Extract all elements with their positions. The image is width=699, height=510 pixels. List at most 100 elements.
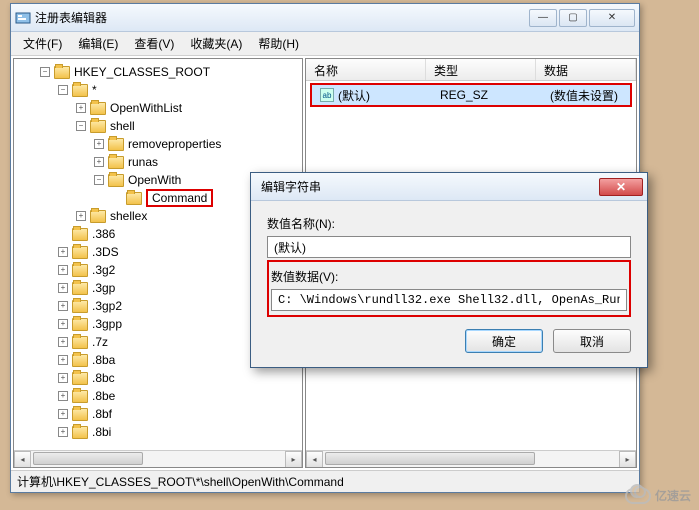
scroll-right-icon[interactable]: ▸ — [285, 451, 302, 468]
tree-label: .8be — [92, 389, 115, 403]
tree-label: * — [92, 83, 97, 97]
folder-icon — [72, 408, 88, 421]
expand-icon[interactable]: + — [58, 283, 68, 293]
expand-icon[interactable]: + — [76, 211, 86, 221]
collapse-icon[interactable]: − — [94, 175, 104, 185]
menu-view[interactable]: 查看(V) — [126, 32, 182, 55]
folder-icon — [126, 192, 142, 205]
value-data-cell: (数值未设置) — [542, 87, 630, 104]
tree-node-root[interactable]: −HKEY_CLASSES_ROOT — [18, 63, 302, 81]
tree-node[interactable]: + .8bi — [18, 423, 302, 441]
ok-button[interactable]: 确定 — [465, 329, 543, 353]
window-title: 注册表编辑器 — [35, 9, 529, 26]
folder-icon — [72, 354, 88, 367]
cancel-button[interactable]: 取消 — [553, 329, 631, 353]
statusbar-path: 计算机\HKEY_CLASSES_ROOT\*\shell\OpenWith\C… — [17, 473, 344, 490]
tree-node-runas[interactable]: + runas — [18, 153, 302, 171]
tree-node[interactable]: + .8be — [18, 387, 302, 405]
tree-node[interactable]: + .8bf — [18, 405, 302, 423]
column-headers: 名称 类型 数据 — [306, 59, 636, 81]
value-row[interactable]: ab (默认) REG_SZ (数值未设置) — [312, 85, 630, 105]
expand-icon[interactable]: + — [58, 391, 68, 401]
dialog-title: 编辑字符串 — [255, 178, 599, 195]
menu-file[interactable]: 文件(F) — [15, 32, 70, 55]
scroll-track[interactable] — [323, 451, 619, 467]
collapse-icon[interactable]: − — [40, 67, 50, 77]
folder-icon — [72, 390, 88, 403]
menu-edit[interactable]: 编辑(E) — [70, 32, 126, 55]
tree-label: runas — [128, 155, 158, 169]
col-name[interactable]: 名称 — [306, 59, 426, 80]
folder-icon — [108, 138, 124, 151]
folder-icon — [72, 426, 88, 439]
tree-node-shell[interactable]: −shell — [18, 117, 302, 135]
watermark-text: 亿速云 — [655, 487, 691, 504]
expand-icon[interactable]: + — [58, 319, 68, 329]
scroll-left-icon[interactable]: ◂ — [306, 451, 323, 468]
collapse-icon[interactable]: − — [76, 121, 86, 131]
menu-favorites[interactable]: 收藏夹(A) — [182, 32, 250, 55]
window-controls: — ▢ ✕ — [529, 9, 635, 27]
tree-node-star[interactable]: −* — [18, 81, 302, 99]
dialog-close-button[interactable]: ✕ — [599, 178, 643, 196]
menu-help[interactable]: 帮助(H) — [250, 32, 307, 55]
value-name-display: (默认) — [267, 236, 631, 258]
cloud-icon — [625, 488, 651, 504]
value-name-label: 数值名称(N): — [267, 215, 631, 232]
highlight-box: ab (默认) REG_SZ (数值未设置) — [310, 83, 632, 107]
maximize-button[interactable]: ▢ — [559, 9, 587, 27]
expand-icon[interactable]: + — [58, 409, 68, 419]
scroll-thumb[interactable] — [325, 452, 535, 465]
tree-label: .3g2 — [92, 263, 115, 277]
value-data-input[interactable] — [271, 289, 627, 311]
expand-icon[interactable]: + — [58, 427, 68, 437]
tree-label: .3gpp — [92, 317, 122, 331]
folder-icon — [90, 120, 106, 133]
expand-icon[interactable]: + — [94, 157, 104, 167]
value-data-label: 数值数据(V): — [271, 268, 627, 285]
minimize-button[interactable]: — — [529, 9, 557, 27]
expand-icon[interactable]: + — [76, 103, 86, 113]
close-button[interactable]: ✕ — [589, 9, 635, 27]
scroll-right-icon[interactable]: ▸ — [619, 451, 636, 468]
expand-icon[interactable]: + — [58, 337, 68, 347]
tree-hscrollbar[interactable]: ◂ ▸ — [14, 450, 302, 467]
tree-label: .8bf — [92, 407, 112, 421]
folder-icon — [72, 300, 88, 313]
tree-node-removeproperties[interactable]: + removeproperties — [18, 135, 302, 153]
tree-label: .7z — [92, 335, 108, 349]
col-data[interactable]: 数据 — [536, 59, 636, 80]
statusbar: 计算机\HKEY_CLASSES_ROOT\*\shell\OpenWith\C… — [11, 470, 639, 492]
tree-label: .8bi — [92, 425, 111, 439]
collapse-icon[interactable]: − — [58, 85, 68, 95]
expand-icon[interactable]: + — [58, 355, 68, 365]
folder-icon — [54, 66, 70, 79]
tree-node-openwithlist[interactable]: + OpenWithList — [18, 99, 302, 117]
folder-icon — [90, 210, 106, 223]
tree-label: .8bc — [92, 371, 115, 385]
tree-label: OpenWith — [128, 173, 181, 187]
values-hscrollbar[interactable]: ◂ ▸ — [306, 450, 636, 467]
expand-icon[interactable]: + — [58, 301, 68, 311]
dialog-body: 数值名称(N): (默认) 数值数据(V): 确定 取消 — [251, 201, 647, 367]
dialog-buttons: 确定 取消 — [267, 329, 631, 353]
folder-icon — [72, 228, 88, 241]
folder-icon — [108, 174, 124, 187]
expand-icon[interactable]: + — [58, 247, 68, 257]
expand-icon[interactable]: + — [94, 139, 104, 149]
scroll-left-icon[interactable]: ◂ — [14, 451, 31, 468]
tree-label: .3DS — [92, 245, 119, 259]
scroll-track[interactable] — [31, 451, 285, 467]
titlebar[interactable]: 注册表编辑器 — ▢ ✕ — [11, 4, 639, 32]
expand-icon[interactable]: + — [58, 265, 68, 275]
dialog-titlebar[interactable]: 编辑字符串 ✕ — [251, 173, 647, 201]
app-icon — [15, 10, 31, 26]
value-type-cell: REG_SZ — [432, 88, 542, 102]
expand-icon[interactable]: + — [58, 373, 68, 383]
tree-label: OpenWithList — [110, 101, 182, 115]
tree-node[interactable]: + .8bc — [18, 369, 302, 387]
tree-label: removeproperties — [128, 137, 221, 151]
scroll-thumb[interactable] — [33, 452, 143, 465]
col-type[interactable]: 类型 — [426, 59, 536, 80]
folder-icon — [72, 282, 88, 295]
